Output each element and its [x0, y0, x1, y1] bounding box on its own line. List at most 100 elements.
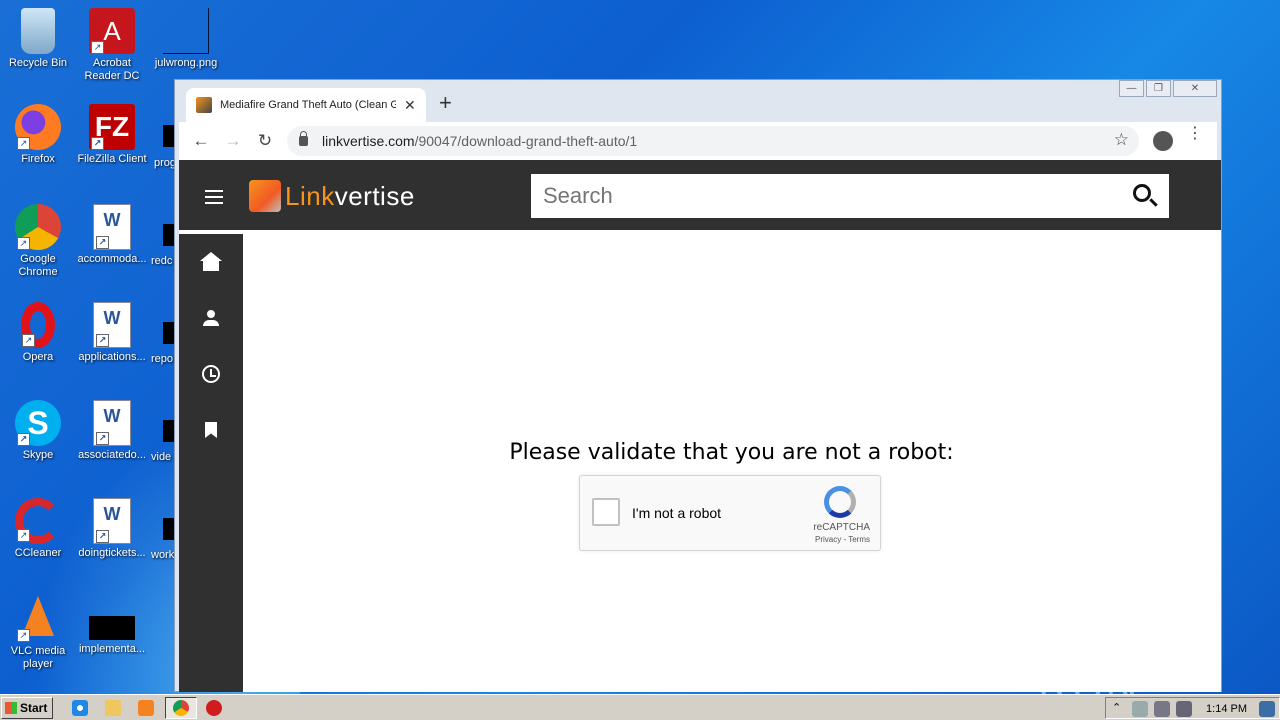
recaptcha-logo-icon	[824, 486, 856, 518]
desktop-icon-google-chrome[interactable]: ↗ Google Chrome	[0, 204, 76, 279]
desktop-icon-recycle-bin[interactable]: Recycle Bin	[0, 8, 76, 70]
icon-label: doingtickets...	[78, 547, 146, 559]
search-icon[interactable]	[1133, 184, 1151, 202]
icon-label: implementa...	[78, 643, 146, 655]
sidebar-item-profile[interactable]	[179, 290, 243, 346]
skype-icon: S ↗	[15, 400, 61, 446]
word-document-icon: W ↗	[93, 302, 131, 348]
browser-tab[interactable]: Mediafire Grand Theft Auto (Clean G ✕	[186, 88, 426, 122]
sidebar-item-history[interactable]	[179, 346, 243, 402]
tray-expand-icon[interactable]: ⌃	[1112, 701, 1122, 717]
acrobat-icon: A ↗	[89, 8, 135, 54]
word-document-icon: W ↗	[93, 204, 131, 250]
desktop-icon-opera[interactable]: ↗ Opera	[0, 302, 76, 364]
word-document-icon: W ↗	[93, 498, 131, 544]
covered-icon-label: vide	[151, 451, 172, 463]
icon-label: Firefox	[21, 153, 55, 165]
bookmark-star-icon[interactable]: ☆	[1114, 130, 1129, 150]
hamburger-menu-icon[interactable]	[205, 190, 223, 208]
action-center-flag-icon[interactable]	[1176, 701, 1192, 717]
recaptcha-brand: reCAPTCHA	[813, 522, 870, 533]
firefox-icon: ↗	[15, 104, 61, 150]
desktop-icon-word-doc[interactable]: W ↗ doingtickets...	[74, 498, 150, 560]
back-button[interactable]: ←	[185, 131, 217, 151]
opera-icon[interactable]	[206, 700, 222, 716]
recaptcha-checkbox[interactable]	[592, 498, 620, 526]
home-icon	[200, 252, 222, 271]
start-button[interactable]: Start	[1, 697, 53, 719]
chrome-icon[interactable]	[173, 700, 189, 716]
desktop-icon-firefox[interactable]: ↗ Firefox	[0, 104, 76, 166]
recaptcha-label: I'm not a robot	[632, 505, 722, 521]
network-icon[interactable]	[1154, 701, 1170, 717]
url-domain: linkvertise.com	[322, 133, 415, 149]
covered-icon-label: work	[151, 549, 175, 561]
robot-validation-prompt: Please validate that you are not a robot…	[509, 440, 954, 465]
linkvertise-logo[interactable]: Linkvertise	[249, 180, 415, 212]
address-bar[interactable]: linkvertise.com/90047/download-grand-the…	[287, 126, 1139, 156]
linkvertise-logo-mark-icon	[249, 180, 281, 212]
ccleaner-icon: ↗	[15, 498, 61, 544]
filezilla-icon: FZ ↗	[89, 104, 135, 150]
show-desktop-icon[interactable]	[1259, 701, 1275, 717]
search-bar	[531, 174, 1169, 218]
recaptcha-privacy-terms-links[interactable]: Privacy - Terms	[815, 535, 870, 544]
icon-label: Skype	[22, 449, 54, 461]
taskbar: Start ⌃ 1:14 PM	[0, 694, 1280, 720]
icon-label: CCleaner	[14, 547, 62, 559]
logo-text-vertise: vertise	[334, 180, 415, 211]
desktop-icon-ccleaner[interactable]: ↗ CCleaner	[0, 498, 76, 560]
browser-toolbar: ← → ↻ linkvertise.com/90047/download-gra…	[179, 122, 1217, 160]
icon-label: FileZilla Client	[77, 153, 147, 165]
bookmark-icon	[205, 422, 217, 438]
icon-label: Google Chrome	[18, 253, 58, 278]
image-file-icon	[163, 8, 209, 54]
tab-title: Mediafire Grand Theft Auto (Clean G	[220, 99, 396, 111]
user-icon	[203, 310, 219, 326]
icon-label: Opera	[22, 351, 54, 363]
new-tab-button[interactable]: +	[439, 90, 452, 116]
icon-label: VLC media player	[10, 645, 66, 670]
desktop-icon-acrobat[interactable]: A ↗ Acrobat Reader DC	[74, 8, 150, 83]
icon-label: applications...	[78, 351, 146, 363]
profile-account-icon[interactable]	[1153, 131, 1173, 151]
chrome-icon: ↗	[15, 204, 61, 250]
icon-label: julwrong.png	[154, 57, 218, 69]
recycle-bin-icon	[21, 8, 55, 54]
history-icon	[202, 365, 220, 383]
word-document-icon: W ↗	[93, 400, 131, 446]
sidebar-item-home[interactable]	[179, 234, 243, 290]
clock[interactable]: 1:14 PM	[1206, 703, 1247, 715]
covered-icon-label: prog	[154, 157, 177, 169]
file-explorer-icon[interactable]	[105, 700, 121, 716]
desktop-icon-implementa[interactable]: implementa...	[74, 596, 150, 656]
lock-icon	[299, 131, 308, 146]
browser-menu-icon[interactable]: ⋮	[1187, 126, 1203, 142]
reload-button[interactable]: ↻	[249, 131, 281, 151]
desktop-icon-filezilla[interactable]: FZ ↗ FileZilla Client	[74, 104, 150, 166]
desktop-icon-word-doc[interactable]: W ↗ accommoda...	[74, 204, 150, 266]
file-thumbnail-icon	[89, 616, 135, 640]
icon-label: Acrobat Reader DC	[84, 57, 140, 82]
site-header: Linkvertise	[179, 160, 1221, 230]
media-player-icon[interactable]	[138, 700, 154, 716]
icon-label: associatedo...	[78, 449, 146, 461]
internet-explorer-icon[interactable]	[72, 700, 88, 716]
opera-icon: ↗	[21, 302, 55, 348]
desktop-icon-vlc[interactable]: ↗ VLC media player	[0, 596, 76, 671]
icon-label: accommoda...	[77, 253, 147, 265]
desktop-icon-julwrong[interactable]: julwrong.png	[148, 8, 224, 70]
system-tray: ⌃ 1:14 PM	[1105, 697, 1280, 719]
desktop-icon-word-doc[interactable]: W ↗ applications...	[74, 302, 150, 364]
recaptcha-widget: I'm not a robot reCAPTCHA Privacy - Term…	[579, 475, 881, 551]
desktop-icon-word-doc[interactable]: W ↗ associatedo...	[74, 400, 150, 462]
vlc-icon: ↗	[15, 596, 61, 642]
volume-icon[interactable]	[1132, 701, 1148, 717]
search-input[interactable]	[543, 183, 1103, 209]
covered-icon-label: repo	[151, 353, 174, 365]
linkvertise-favicon-icon	[196, 97, 212, 113]
close-tab-icon[interactable]: ✕	[404, 97, 416, 114]
browser-window: — ❐ ✕ Mediafire Grand Theft Auto (Clean …	[174, 79, 1222, 692]
desktop-icon-skype[interactable]: S ↗ Skype	[0, 400, 76, 462]
forward-button[interactable]: →	[217, 131, 249, 151]
